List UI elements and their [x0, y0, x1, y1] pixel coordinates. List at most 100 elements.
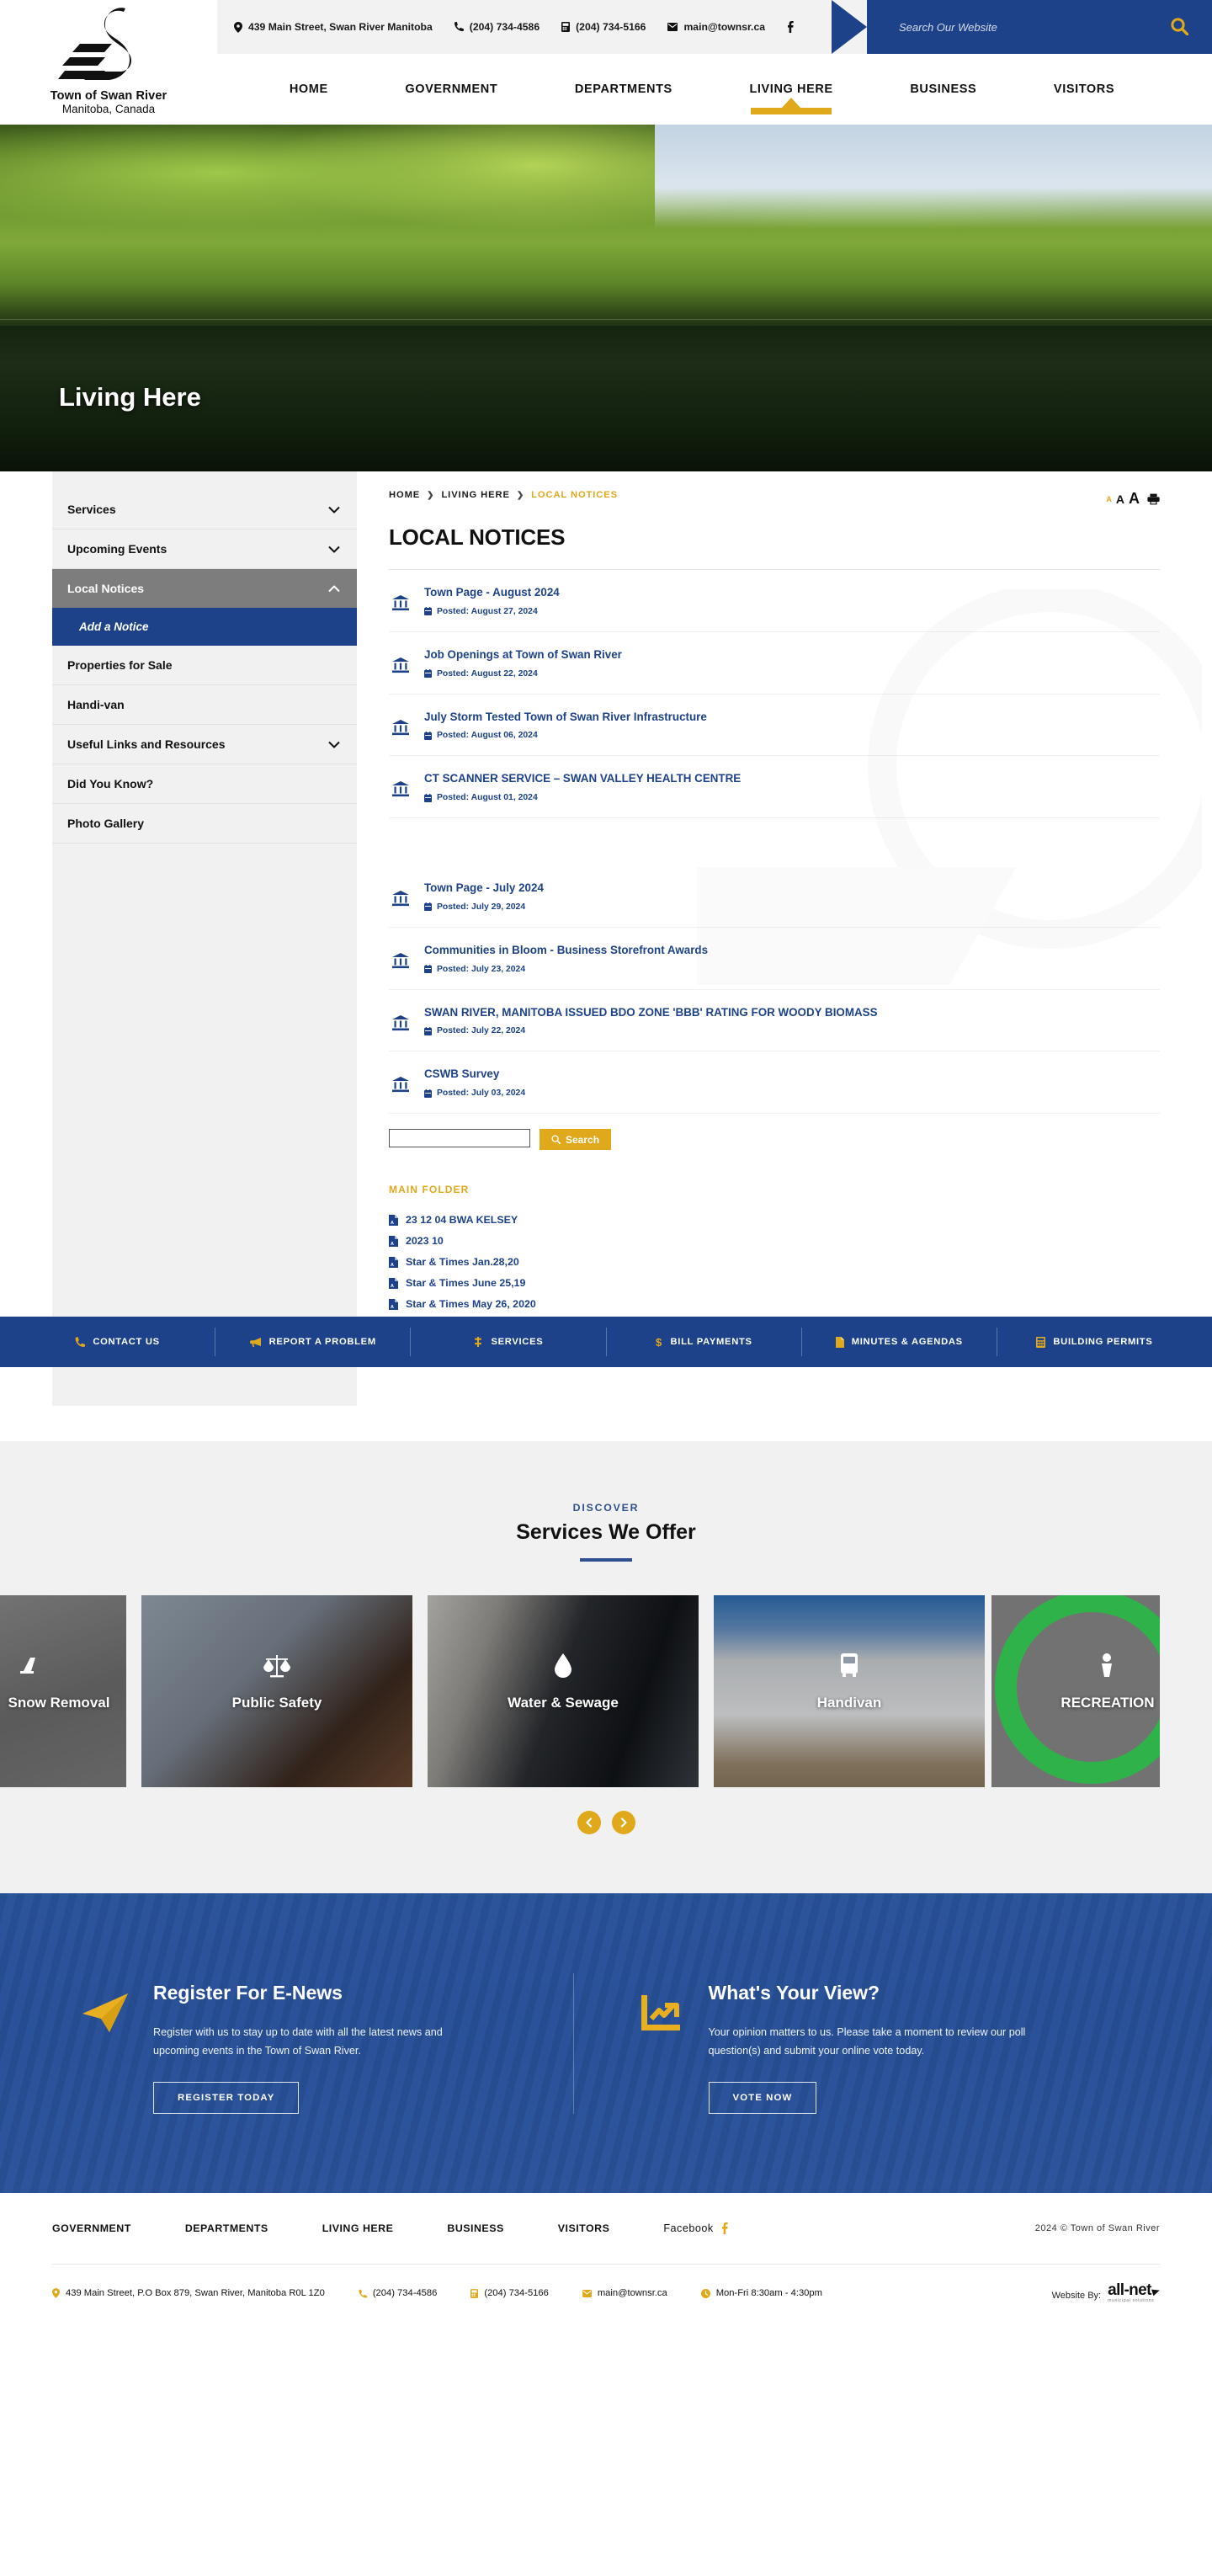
notice-item[interactable]: Town Page - August 2024 Posted: August 2… [389, 570, 1160, 632]
sidebar-item-handi-van[interactable]: Handi-van [52, 685, 357, 725]
notice-title[interactable]: July Storm Tested Town of Swan River Inf… [424, 710, 707, 726]
footer-link-government[interactable]: GOVERNMENT [52, 2222, 131, 2234]
chevron-down-icon [328, 546, 340, 553]
top-email-text: main@townsr.ca [683, 21, 766, 33]
notice-search-button[interactable]: Search [540, 1129, 612, 1151]
top-phone[interactable]: (204) 734-4586 [454, 21, 540, 33]
notice-item[interactable]: CT SCANNER SERVICE – SWAN VALLEY HEALTH … [389, 756, 1160, 819]
hero-title: Living Here [59, 382, 201, 412]
notice-item[interactable]: Town Page - July 2024 Posted: July 29, 2… [389, 865, 1160, 928]
notice-title[interactable]: CT SCANNER SERVICE – SWAN VALLEY HEALTH … [424, 771, 741, 787]
top-address[interactable]: 439 Main Street, Swan River Manitoba [234, 21, 433, 33]
service-card-handivan[interactable]: Handivan [714, 1595, 985, 1788]
services-divider [580, 1558, 632, 1562]
sidebar-item-photo-gallery[interactable]: Photo Gallery [52, 804, 357, 844]
quick-link-building-permits[interactable]: BUILDING PERMITS [996, 1328, 1192, 1356]
sidebar-item-useful-links[interactable]: Useful Links and Resources [52, 725, 357, 764]
file-item[interactable]: A 2023 10 [389, 1235, 1160, 1247]
search-input[interactable] [867, 20, 1119, 34]
logo-subtitle: Manitoba, Canada [61, 103, 156, 115]
svg-text:A: A [391, 1221, 394, 1226]
svg-text:$: $ [656, 1337, 662, 1348]
register-today-button[interactable]: REGISTER TODAY [153, 2081, 300, 2114]
sidebar-item-local-notices[interactable]: Local Notices [52, 569, 357, 608]
quick-link-label: BUILDING PERMITS [1053, 1337, 1153, 1347]
service-card-snow-removal[interactable]: Snow Removal [0, 1595, 126, 1788]
search-submit-button[interactable] [1170, 17, 1189, 38]
quick-link-contact-us[interactable]: CONTACT US [20, 1328, 215, 1356]
carousel-next-button[interactable] [611, 1811, 635, 1835]
fax-icon [561, 22, 571, 32]
file-name: 23 12 04 BWA KELSEY [406, 1214, 518, 1227]
service-card-water-sewage[interactable]: Water & Sewage [428, 1595, 699, 1788]
printer-icon[interactable] [1147, 493, 1160, 505]
notice-title[interactable]: CSWB Survey [424, 1067, 525, 1083]
quick-link-services[interactable]: SERVICES [410, 1328, 605, 1356]
top-fax[interactable]: (204) 734-5166 [561, 21, 646, 33]
sidebar-item-services[interactable]: Services [52, 490, 357, 530]
service-card-recreation[interactable]: RECREATION [991, 1595, 1160, 1788]
breadcrumb-row: HOME ❯ LIVING HERE ❯ LOCAL NOTICES A A A [389, 490, 1160, 508]
water-drop-icon [428, 1653, 699, 1684]
quick-link-bill-payments[interactable]: $ BILL PAYMENTS [605, 1328, 801, 1356]
breadcrumb-section[interactable]: LIVING HERE [441, 490, 509, 500]
font-size-medium-button[interactable]: A [1116, 492, 1124, 506]
file-item[interactable]: A 23 12 04 BWA KELSEY [389, 1214, 1160, 1226]
notice-item[interactable]: Job Openings at Town of Swan River Poste… [389, 632, 1160, 695]
footer-facebook-link[interactable]: Facebook [663, 2222, 728, 2235]
notice-date-text: Posted: August 27, 2024 [437, 606, 538, 616]
footer-link-living-here[interactable]: LIVING HERE [322, 2222, 394, 2234]
sidebar-item-upcoming-events[interactable]: Upcoming Events [52, 530, 357, 569]
footer-link-visitors[interactable]: VISITORS [558, 2222, 610, 2234]
notice-title[interactable]: SWAN RIVER, MANITOBA ISSUED BDO ZONE 'BB… [424, 1005, 878, 1021]
notice-item[interactable]: CSWB Survey Posted: July 03, 2024 [389, 1051, 1160, 1115]
quick-link-minutes-agendas[interactable]: MINUTES & AGENDAS [800, 1328, 997, 1356]
notice-title[interactable]: Town Page - July 2024 [424, 881, 544, 897]
nav-item-business[interactable]: BUSINESS [910, 54, 976, 125]
notice-title[interactable]: Town Page - August 2024 [424, 585, 560, 601]
top-facebook-link[interactable] [787, 21, 794, 33]
nav-item-departments[interactable]: DEPARTMENTS [575, 54, 672, 125]
footer-link-business[interactable]: BUSINESS [447, 2222, 503, 2234]
footer-address[interactable]: 439 Main Street, P.O Box 879, Swan River… [52, 2288, 325, 2298]
card-overlay [141, 1595, 412, 1788]
font-size-small-button[interactable]: A [1106, 495, 1112, 503]
notice-item[interactable]: Communities in Bloom - Business Storefro… [389, 928, 1160, 990]
nav-item-home[interactable]: HOME [290, 54, 328, 125]
notice-search-input[interactable] [389, 1129, 530, 1148]
carousel-prev-button[interactable] [577, 1811, 601, 1835]
footer-phone[interactable]: (204) 734-4586 [359, 2288, 437, 2298]
footer-vendor[interactable]: Website By: all-net municipal solutions [1052, 2281, 1162, 2303]
quick-link-report-a-problem[interactable]: REPORT A PROBLEM [215, 1328, 410, 1356]
top-email[interactable]: main@townsr.ca [667, 21, 765, 33]
site-footer: GOVERNMENT DEPARTMENTS LIVING HERE BUSIN… [0, 2193, 1212, 2323]
notice-title[interactable]: Job Openings at Town of Swan River [424, 647, 622, 663]
nav-item-visitors[interactable]: VISITORS [1054, 54, 1114, 125]
site-logo[interactable]: Town of Swan River Manitoba, Canada [0, 0, 217, 125]
notice-title[interactable]: Communities in Bloom - Business Storefro… [424, 943, 708, 959]
file-item[interactable]: A Star & Times June 25,19 [389, 1277, 1160, 1289]
service-card-public-safety[interactable]: Public Safety [141, 1595, 412, 1788]
mail-icon [667, 23, 678, 31]
pin-icon [234, 21, 242, 33]
nav-item-living-here[interactable]: LIVING HERE [749, 54, 832, 125]
footer-link-departments[interactable]: DEPARTMENTS [185, 2222, 268, 2234]
file-name: Star & Times June 25,19 [406, 1277, 526, 1290]
file-item[interactable]: A Star & Times May 26, 2020 [389, 1298, 1160, 1310]
sidebar-item-properties-for-sale[interactable]: Properties for Sale [52, 646, 357, 685]
sidebar-item-did-you-know[interactable]: Did You Know? [52, 764, 357, 804]
breadcrumb-home[interactable]: HOME [389, 490, 420, 500]
footer-email[interactable]: main@townsr.ca [582, 2288, 667, 2298]
notice-item[interactable]: SWAN RIVER, MANITOBA ISSUED BDO ZONE 'BB… [389, 990, 1160, 1052]
quick-link-label: SERVICES [491, 1337, 544, 1347]
cta-enews-heading: Register For E-News [153, 1981, 343, 2004]
file-item[interactable]: A Star & Times Jan.28,20 [389, 1256, 1160, 1268]
notice-item[interactable]: July Storm Tested Town of Swan River Inf… [389, 695, 1160, 757]
nav-item-government[interactable]: GOVERNMENT [405, 54, 497, 125]
font-size-large-button[interactable]: A [1129, 490, 1140, 508]
services-carousel[interactable]: Snow Removal Public Safety Water & Sewag… [0, 1595, 1212, 1788]
allnet-name: all-net [1108, 2281, 1151, 2300]
vote-now-button[interactable]: VOTE NOW [708, 2081, 817, 2114]
sidebar-item-add-a-notice[interactable]: Add a Notice [52, 608, 357, 646]
cta-enews-body: Register with us to stay up to date with… [153, 2025, 443, 2057]
